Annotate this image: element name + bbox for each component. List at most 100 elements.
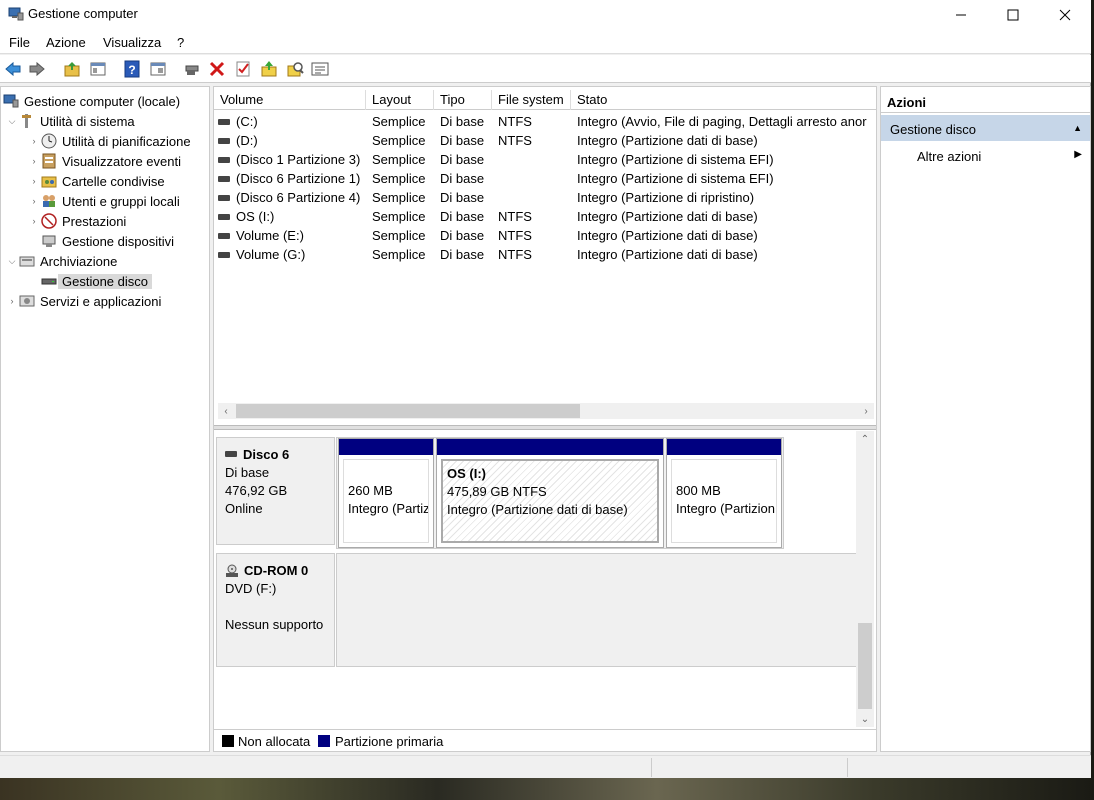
tree-item-disk-management[interactable]: Gestione disco bbox=[27, 271, 152, 291]
scroll-right-icon[interactable]: › bbox=[858, 403, 874, 419]
storage-icon bbox=[19, 256, 35, 267]
volume-name-cell: OS (I:) bbox=[218, 207, 366, 226]
vertical-scroll-thumb[interactable] bbox=[858, 623, 872, 709]
search-folder-button[interactable] bbox=[285, 59, 305, 79]
table-row[interactable]: OS (I:) Semplice Di base NTFS Integro (Parti… bbox=[214, 207, 876, 226]
connect-button[interactable] bbox=[182, 59, 202, 79]
actions-pane: Azioni Gestione disco ▲ Altre azioni ▶ bbox=[880, 86, 1091, 752]
chevron-right-icon[interactable]: › bbox=[27, 196, 41, 206]
pane-splitter[interactable] bbox=[214, 425, 876, 430]
column-header-filesystem[interactable]: File system bbox=[492, 90, 571, 110]
help-button[interactable]: ? bbox=[122, 59, 142, 79]
horizontal-scroll-thumb[interactable] bbox=[236, 404, 580, 418]
column-header-status[interactable]: Stato bbox=[571, 90, 876, 110]
layout-cell: Semplice bbox=[372, 228, 426, 243]
column-header-volume[interactable]: Volume bbox=[214, 90, 366, 110]
performance-icon bbox=[41, 213, 57, 229]
table-row[interactable]: (Disco 6 Partizione 4) Semplice Di base Int… bbox=[214, 188, 876, 207]
close-button[interactable] bbox=[1039, 0, 1091, 30]
filesystem-cell bbox=[498, 150, 571, 169]
status-cell: Integro (Partizione di ripristino) bbox=[577, 190, 755, 205]
disk-graphical-view: Disco 6 Di base 476,92 GB Online 260 MB … bbox=[214, 431, 876, 727]
tree-item-event-viewer[interactable]: › Visualizzatore eventi bbox=[27, 151, 181, 171]
delete-button[interactable] bbox=[207, 59, 227, 79]
status-cell: Integro (Partizione dati di base) bbox=[577, 247, 758, 262]
volume-drive-icon bbox=[218, 156, 230, 163]
partition-os[interactable]: OS (I:) 475,89 GB NTFS Integro (Partizio… bbox=[436, 438, 664, 548]
up-level-button[interactable] bbox=[62, 59, 82, 79]
vertical-scrollbar[interactable]: ⌃ ⌄ bbox=[856, 431, 874, 727]
disk-6-label[interactable]: Disco 6 Di base 476,92 GB Online bbox=[216, 437, 335, 545]
disk-drive-icon bbox=[225, 451, 237, 457]
tree-item-local-users[interactable]: › Utenti e gruppi locali bbox=[27, 191, 180, 211]
show-hide-tree-button[interactable] bbox=[88, 59, 108, 79]
cdrom-0-label[interactable]: CD-ROM 0 DVD (F:) Nessun supporto bbox=[216, 553, 335, 667]
layout-cell: Semplice bbox=[372, 152, 426, 167]
scroll-up-icon[interactable]: ⌃ bbox=[856, 431, 874, 447]
chevron-down-icon[interactable]: ⌵ bbox=[5, 116, 19, 127]
tree-item-task-scheduler[interactable]: › Utilità di pianificazione bbox=[27, 131, 191, 151]
tree-root[interactable]: Gestione computer (locale) bbox=[3, 91, 180, 111]
chevron-right-icon[interactable]: › bbox=[27, 136, 41, 146]
menu-azione[interactable]: Azione bbox=[46, 35, 86, 50]
menu-file[interactable]: File bbox=[9, 35, 30, 50]
actions-section-disk-management[interactable]: Gestione disco ▲ bbox=[881, 115, 1090, 141]
tree-services[interactable]: › Servizi e applicazioni bbox=[5, 291, 162, 311]
minimize-button[interactable] bbox=[935, 0, 987, 30]
chevron-down-icon[interactable]: ⌵ bbox=[5, 256, 19, 267]
menu-help[interactable]: ? bbox=[177, 35, 184, 50]
forward-button[interactable] bbox=[27, 59, 47, 79]
tree-item-performance[interactable]: › Prestazioni bbox=[27, 211, 126, 231]
maximize-button[interactable] bbox=[987, 0, 1039, 30]
console-button[interactable] bbox=[148, 59, 168, 79]
column-header-type[interactable]: Tipo bbox=[434, 90, 492, 110]
tree-storage[interactable]: ⌵ Archiviazione bbox=[5, 251, 118, 271]
volume-drive-icon bbox=[218, 232, 230, 239]
filesystem-cell: NTFS bbox=[498, 228, 532, 243]
filesystem-cell bbox=[498, 169, 571, 188]
list-view-button[interactable] bbox=[310, 59, 330, 79]
menu-visualizza[interactable]: Visualizza bbox=[103, 35, 161, 50]
close-icon bbox=[1059, 9, 1071, 21]
chevron-right-icon[interactable]: › bbox=[27, 216, 41, 226]
layout-cell: Semplice bbox=[372, 209, 426, 224]
volume-name-cell: Volume (G:) bbox=[218, 245, 366, 264]
tools-icon bbox=[22, 114, 31, 128]
chevron-right-icon[interactable]: › bbox=[27, 156, 41, 166]
search-folder-icon bbox=[287, 62, 304, 77]
computer-management-icon bbox=[3, 94, 19, 108]
delete-icon bbox=[209, 61, 225, 77]
folder-action-button[interactable] bbox=[259, 59, 279, 79]
more-actions-item[interactable]: Altre azioni bbox=[917, 149, 981, 164]
type-cell: Di base bbox=[440, 190, 485, 205]
list-view-icon bbox=[311, 62, 329, 76]
chevron-right-icon[interactable]: › bbox=[5, 296, 19, 306]
scroll-left-icon[interactable]: ‹ bbox=[218, 403, 234, 419]
tree-item-device-manager[interactable]: Gestione dispositivi bbox=[27, 231, 174, 251]
horizontal-scrollbar[interactable]: ‹ › bbox=[218, 403, 874, 419]
type-cell: Di base bbox=[440, 133, 485, 148]
volume-drive-icon bbox=[218, 194, 230, 201]
layout-cell: Semplice bbox=[372, 247, 426, 262]
table-row[interactable]: (Disco 6 Partizione 1) Semplice Di base Int… bbox=[214, 169, 876, 188]
tree-system-tools[interactable]: ⌵ Utilità di sistema bbox=[5, 111, 135, 131]
properties-button[interactable] bbox=[233, 59, 253, 79]
primary-partition-bar bbox=[339, 439, 433, 455]
back-button[interactable] bbox=[3, 59, 23, 79]
primary-partition-swatch bbox=[318, 735, 330, 747]
table-row[interactable]: (D:) Semplice Di base NTFS Integro (Partizio… bbox=[214, 131, 876, 150]
partition-260mb[interactable]: 260 MB Integro (Partiz bbox=[338, 438, 434, 548]
scroll-down-icon[interactable]: ⌄ bbox=[856, 711, 874, 727]
layout-cell: Semplice bbox=[372, 133, 426, 148]
table-row[interactable]: Volume (G:) Semplice Di base NTFS Integro (P… bbox=[214, 245, 876, 264]
window-title: Gestione computer bbox=[28, 6, 138, 21]
chevron-right-icon[interactable]: › bbox=[27, 176, 41, 186]
table-row[interactable]: (Disco 1 Partizione 3) Semplice Di base Int… bbox=[214, 150, 876, 169]
partition-800mb[interactable]: 800 MB Integro (Partizion bbox=[666, 438, 782, 548]
table-row[interactable]: (C:) Semplice Di base NTFS Integro (Avvio, F… bbox=[214, 112, 876, 131]
table-row[interactable]: Volume (E:) Semplice Di base NTFS Integro (P… bbox=[214, 226, 876, 245]
submenu-arrow-icon[interactable]: ▶ bbox=[1074, 149, 1082, 160]
collapse-up-icon[interactable]: ▲ bbox=[1073, 123, 1082, 133]
tree-item-shared-folders[interactable]: › Cartelle condivise bbox=[27, 171, 165, 191]
column-header-layout[interactable]: Layout bbox=[366, 90, 434, 110]
